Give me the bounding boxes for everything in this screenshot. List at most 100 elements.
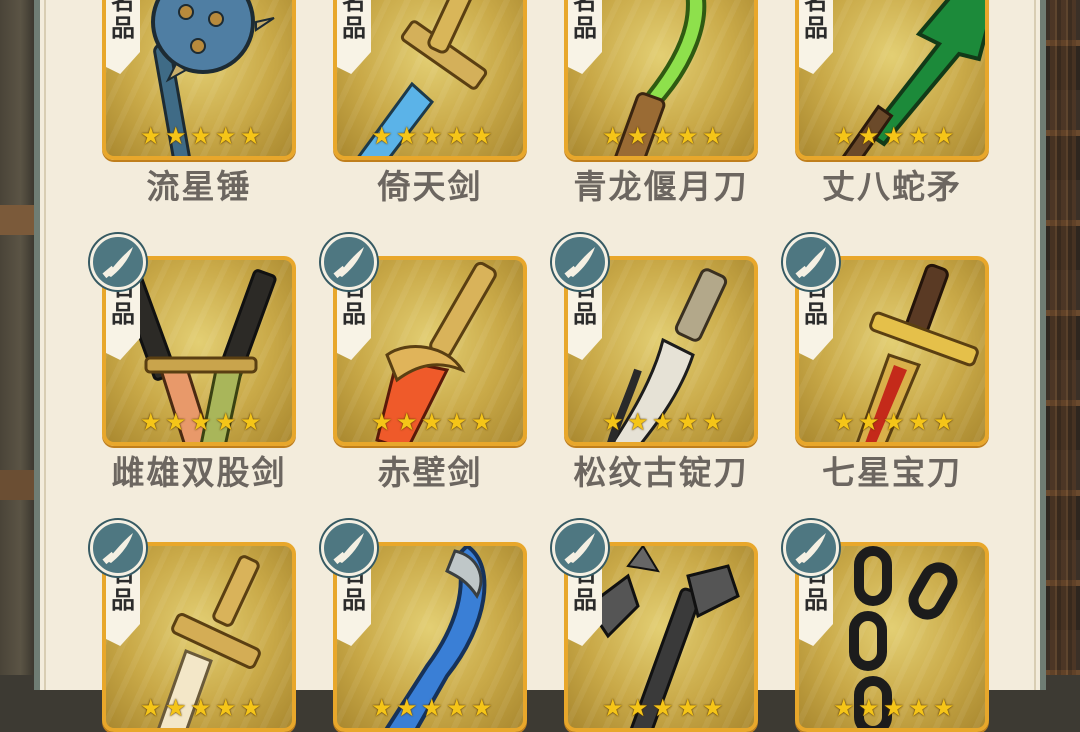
weapon-frame: 名品★★★★★ xyxy=(795,0,989,160)
star-icon: ★ xyxy=(883,408,905,436)
star-rating: ★ ★ ★ ★ ★ xyxy=(833,696,959,720)
star-icon: ★ xyxy=(933,408,955,436)
star-icon: ★ xyxy=(858,408,880,436)
star-rating: ★ ★ ★ ★ ★ xyxy=(602,696,728,720)
star-icon: ★ xyxy=(165,694,187,722)
weapon-name: 青龙偃月刀 xyxy=(573,167,749,206)
star-icon: ★ xyxy=(627,694,649,722)
star-icon: ★ xyxy=(833,408,855,436)
shelf xyxy=(0,470,34,500)
weapon-name: 雌雄双股剑 xyxy=(111,453,287,492)
star-icon: ★ xyxy=(602,694,624,722)
star-rating: ★ ★ ★ ★ ★ xyxy=(140,124,266,148)
shelf xyxy=(0,205,34,235)
star-icon: ★ xyxy=(471,122,493,150)
weapon-frame: 名品★★★★★ xyxy=(102,0,296,160)
star-icon: ★ xyxy=(371,122,393,150)
star-icon: ★ xyxy=(396,122,418,150)
star-icon: ★ xyxy=(446,122,468,150)
star-icon: ★ xyxy=(833,694,855,722)
weapon-collection-panel: 名品 ★ ★ ★ ★ ★ 流星锤 名品 ★ ★ ★ ★ ★ 倚天剑 名品 ★ ★ ★ ★ ★ 青龙偃月刀 名品 ★ ★ ★… xyxy=(34,0,1046,732)
star-icon: ★ xyxy=(421,694,443,722)
star-icon: ★ xyxy=(677,694,699,722)
star-rating: ★ ★ ★ ★ ★ xyxy=(833,124,959,148)
star-icon: ★ xyxy=(677,408,699,436)
star-icon: ★ xyxy=(165,122,187,150)
weapon-name: 流星锤 xyxy=(146,167,252,206)
star-icon: ★ xyxy=(627,408,649,436)
star-icon: ★ xyxy=(858,694,880,722)
star-rating: ★ ★ ★ ★ ★ xyxy=(371,124,497,148)
star-icon: ★ xyxy=(677,122,699,150)
star-icon: ★ xyxy=(627,122,649,150)
star-icon: ★ xyxy=(140,694,162,722)
weapon-name: 倚天剑 xyxy=(377,167,483,206)
star-icon: ★ xyxy=(858,122,880,150)
background-left xyxy=(0,0,34,675)
star-icon: ★ xyxy=(652,408,674,436)
star-rating: ★ ★ ★ ★ ★ xyxy=(371,696,497,720)
weapon-type-badge-icon xyxy=(552,234,608,290)
star-icon: ★ xyxy=(371,408,393,436)
star-icon: ★ xyxy=(215,408,237,436)
weapon-type-badge-icon xyxy=(321,520,377,576)
star-icon: ★ xyxy=(165,408,187,436)
star-icon: ★ xyxy=(140,408,162,436)
star-icon: ★ xyxy=(421,408,443,436)
rank-label: 名品 xyxy=(342,0,366,42)
star-rating: ★ ★ ★ ★ ★ xyxy=(140,410,266,434)
star-icon: ★ xyxy=(140,122,162,150)
star-icon: ★ xyxy=(702,408,724,436)
star-icon: ★ xyxy=(602,122,624,150)
weapon-frame: 名品★★★★★ xyxy=(564,0,758,160)
star-icon: ★ xyxy=(652,694,674,722)
rank-label: 名品 xyxy=(804,0,828,42)
weapon-type-badge-icon xyxy=(321,234,377,290)
star-icon: ★ xyxy=(190,122,212,150)
star-icon: ★ xyxy=(190,694,212,722)
star-icon: ★ xyxy=(652,122,674,150)
star-rating: ★ ★ ★ ★ ★ xyxy=(602,410,728,434)
star-icon: ★ xyxy=(883,694,905,722)
star-icon: ★ xyxy=(396,694,418,722)
weapon-name: 七星宝刀 xyxy=(822,453,962,492)
star-icon: ★ xyxy=(371,694,393,722)
star-icon: ★ xyxy=(215,694,237,722)
star-rating: ★ ★ ★ ★ ★ xyxy=(140,696,266,720)
star-icon: ★ xyxy=(240,408,262,436)
star-icon: ★ xyxy=(215,122,237,150)
weapon-type-badge-icon xyxy=(90,234,146,290)
weapon-frame: 名品★★★★★ xyxy=(333,0,527,160)
star-rating: ★ ★ ★ ★ ★ xyxy=(371,410,497,434)
weapon-type-badge-icon xyxy=(783,234,839,290)
star-icon: ★ xyxy=(240,694,262,722)
star-icon: ★ xyxy=(908,408,930,436)
star-icon: ★ xyxy=(471,694,493,722)
star-icon: ★ xyxy=(702,694,724,722)
star-icon: ★ xyxy=(421,122,443,150)
star-icon: ★ xyxy=(883,122,905,150)
rank-label: 名品 xyxy=(111,0,135,42)
star-icon: ★ xyxy=(908,122,930,150)
weapon-name: 松纹古锭刀 xyxy=(573,453,749,492)
star-icon: ★ xyxy=(933,122,955,150)
star-icon: ★ xyxy=(702,122,724,150)
star-icon: ★ xyxy=(240,122,262,150)
star-icon: ★ xyxy=(933,694,955,722)
weapon-type-badge-icon xyxy=(783,520,839,576)
star-rating: ★ ★ ★ ★ ★ xyxy=(602,124,728,148)
weapon-type-badge-icon xyxy=(552,520,608,576)
star-icon: ★ xyxy=(396,408,418,436)
star-icon: ★ xyxy=(190,408,212,436)
star-icon: ★ xyxy=(833,122,855,150)
background-bookshelf xyxy=(1046,0,1080,675)
rank-label: 名品 xyxy=(573,0,597,42)
star-icon: ★ xyxy=(602,408,624,436)
star-rating: ★ ★ ★ ★ ★ xyxy=(833,410,959,434)
star-icon: ★ xyxy=(471,408,493,436)
star-icon: ★ xyxy=(908,694,930,722)
star-icon: ★ xyxy=(446,694,468,722)
weapon-name: 赤壁剑 xyxy=(377,453,483,492)
weapon-name: 丈八蛇矛 xyxy=(822,167,962,206)
star-icon: ★ xyxy=(446,408,468,436)
